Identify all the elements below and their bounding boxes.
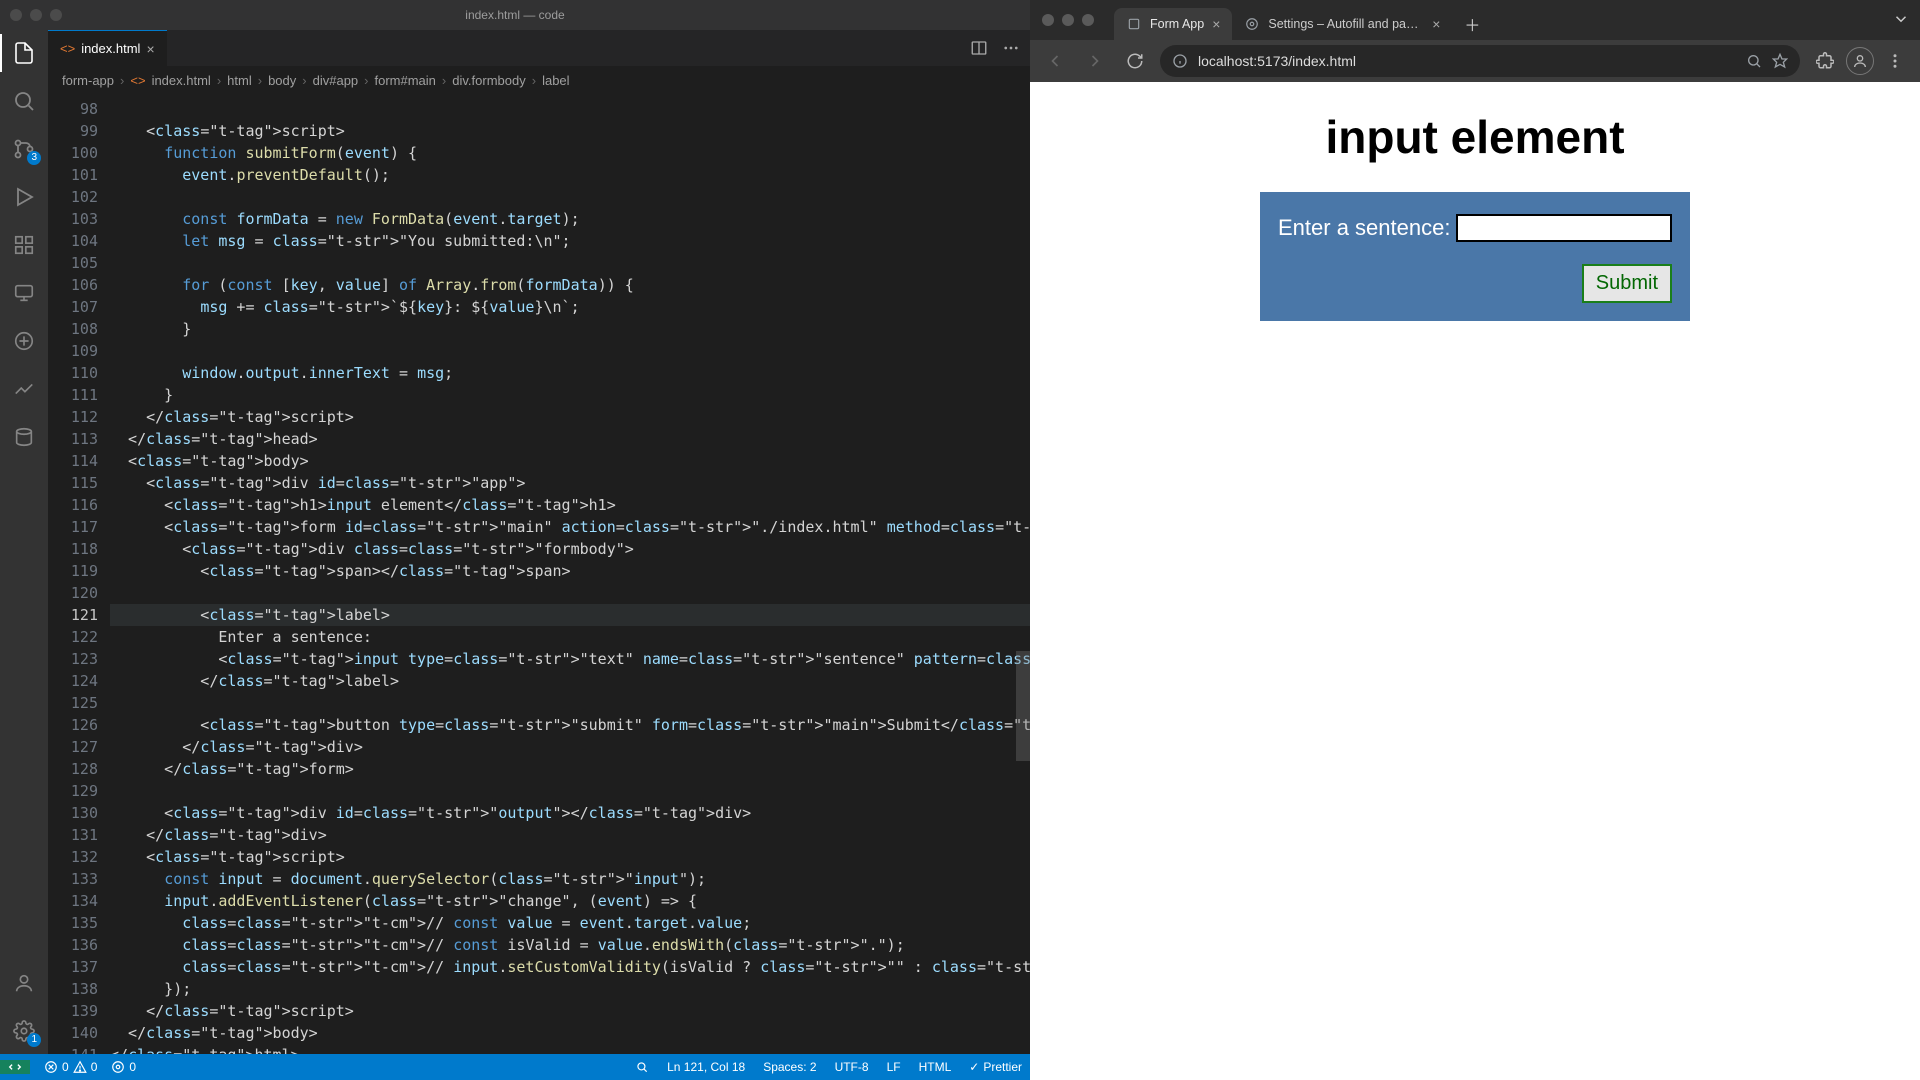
status-bar: 0 0 0 Ln 121, Col 18 Spaces: 2 UTF-8 LF … (0, 1054, 1030, 1080)
traffic-zoom[interactable] (50, 9, 62, 21)
remote-indicator[interactable] (0, 1060, 30, 1074)
editor-tabs: <> index.html × (48, 30, 1030, 66)
profile-avatar[interactable] (1846, 47, 1874, 75)
search-icon[interactable] (11, 88, 37, 114)
sentence-input[interactable] (1456, 214, 1672, 242)
close-icon[interactable]: × (1432, 16, 1440, 32)
error-count: 0 (62, 1060, 69, 1074)
chrome-tabstrip: Form App×Settings – Autofill and passw× … (1030, 0, 1920, 40)
editor-area: <> index.html × form-app›<>index.html›ht… (48, 30, 1030, 1054)
activity-bar: 3 (0, 30, 48, 1054)
tab-title: Settings – Autofill and passw (1268, 17, 1424, 31)
browser-tab[interactable]: Settings – Autofill and passw × (1232, 8, 1452, 40)
minimap-scrollbar[interactable] (1016, 94, 1030, 1054)
settings-gear-icon[interactable]: 1 (11, 1018, 37, 1044)
html-file-icon: <> (60, 41, 75, 56)
chrome-menu-icon[interactable] (1880, 46, 1910, 76)
more-actions-icon[interactable] (1002, 39, 1020, 57)
browser-tab[interactable]: Form App × (1114, 8, 1232, 40)
scrollbar-thumb[interactable] (1016, 651, 1030, 761)
explorer-icon[interactable] (11, 40, 37, 66)
breadcrumb-segment[interactable]: label (542, 73, 569, 88)
chrome-toolbar: localhost:5173/index.html (1030, 40, 1920, 82)
form-card: Enter a sentence: Submit (1260, 192, 1690, 321)
sb-search-icon[interactable] (635, 1060, 649, 1074)
scm-badge: 3 (27, 151, 41, 165)
vscode-titlebar: index.html — code (0, 0, 1030, 30)
extensions-icon[interactable] (11, 232, 37, 258)
cursor-position[interactable]: Ln 121, Col 18 (667, 1060, 745, 1074)
warning-count: 0 (91, 1060, 98, 1074)
traffic-zoom[interactable] (1082, 14, 1094, 26)
code-editor[interactable]: 9899100101102103104105106107108109110111… (48, 94, 1030, 1054)
breadcrumb-segment[interactable]: body (268, 73, 296, 88)
formatter-status[interactable]: ✓ Prettier (969, 1060, 1022, 1074)
problems-indicator[interactable]: 0 0 (44, 1060, 97, 1074)
address-bar[interactable]: localhost:5173/index.html (1160, 45, 1800, 77)
chrome-window: Form App×Settings – Autofill and passw× … (1030, 0, 1920, 1080)
nav-forward-button[interactable] (1080, 46, 1110, 76)
traffic-close[interactable] (1042, 14, 1054, 26)
accounts-icon[interactable] (11, 970, 37, 996)
site-info-icon[interactable] (1172, 53, 1188, 69)
split-editor-icon[interactable] (970, 39, 988, 57)
tab-title: Form App (1150, 17, 1204, 31)
editor-tab-label: index.html (81, 41, 140, 56)
encoding-setting[interactable]: UTF-8 (835, 1060, 869, 1074)
traffic-minimize[interactable] (1062, 14, 1074, 26)
traffic-minimize[interactable] (30, 9, 42, 21)
settings-favicon-icon (1244, 16, 1260, 32)
url-text: localhost:5173/index.html (1198, 53, 1736, 69)
close-icon[interactable]: × (1212, 16, 1220, 32)
database-icon[interactable] (11, 424, 37, 450)
eol-setting[interactable]: LF (887, 1060, 901, 1074)
window-title: index.html — code (465, 8, 564, 22)
traffic-close[interactable] (10, 9, 22, 21)
ports-count: 0 (129, 1060, 136, 1074)
source-control-icon[interactable]: 3 (11, 136, 37, 162)
window-traffic-lights[interactable] (1042, 14, 1094, 26)
rendered-page: input element Enter a sentence: Submit (1030, 82, 1920, 1080)
editor-tab-index-html[interactable]: <> index.html × (48, 30, 167, 66)
html-file-icon: <> (130, 73, 145, 88)
breadcrumb-segment[interactable]: form-app (62, 73, 114, 88)
indent-setting[interactable]: Spaces: 2 (763, 1060, 816, 1074)
code-content[interactable]: <class="t-tag">script> function submitFo… (110, 94, 1030, 1054)
submit-button[interactable]: Submit (1582, 264, 1672, 303)
breadcrumb-segment[interactable]: div#app (313, 73, 359, 88)
extensions-puzzle-icon[interactable] (1810, 46, 1840, 76)
window-traffic-lights[interactable] (10, 9, 62, 21)
close-icon[interactable]: × (146, 41, 154, 57)
testing-icon[interactable] (11, 328, 37, 354)
settings-badge: 1 (27, 1033, 41, 1047)
form-label: Enter a sentence: (1278, 215, 1450, 241)
bookmark-star-icon[interactable] (1772, 53, 1788, 69)
tab-search-icon[interactable] (1892, 10, 1910, 28)
reload-button[interactable] (1120, 46, 1150, 76)
breadcrumb[interactable]: form-app›<>index.html›html›body›div#app›… (48, 66, 1030, 94)
vscode-window: index.html — code 3 (0, 0, 1030, 1080)
page-favicon-icon (1126, 16, 1142, 32)
ports-indicator[interactable]: 0 (111, 1060, 136, 1074)
zoom-icon[interactable] (1746, 53, 1762, 69)
page-heading: input element (1325, 110, 1624, 164)
line-number-gutter: 9899100101102103104105106107108109110111… (48, 94, 110, 1054)
breadcrumb-segment[interactable]: index.html (152, 73, 211, 88)
browser-viewport: input element Enter a sentence: Submit (1030, 82, 1920, 1080)
graph-icon[interactable] (11, 376, 37, 402)
breadcrumb-segment[interactable]: form#main (375, 73, 436, 88)
new-tab-button[interactable]: ＋ (1458, 10, 1486, 38)
language-mode[interactable]: HTML (919, 1060, 952, 1074)
remote-explorer-icon[interactable] (11, 280, 37, 306)
breadcrumb-segment[interactable]: div.formbody (452, 73, 525, 88)
breadcrumb-segment[interactable]: html (227, 73, 252, 88)
nav-back-button[interactable] (1040, 46, 1070, 76)
run-debug-icon[interactable] (11, 184, 37, 210)
